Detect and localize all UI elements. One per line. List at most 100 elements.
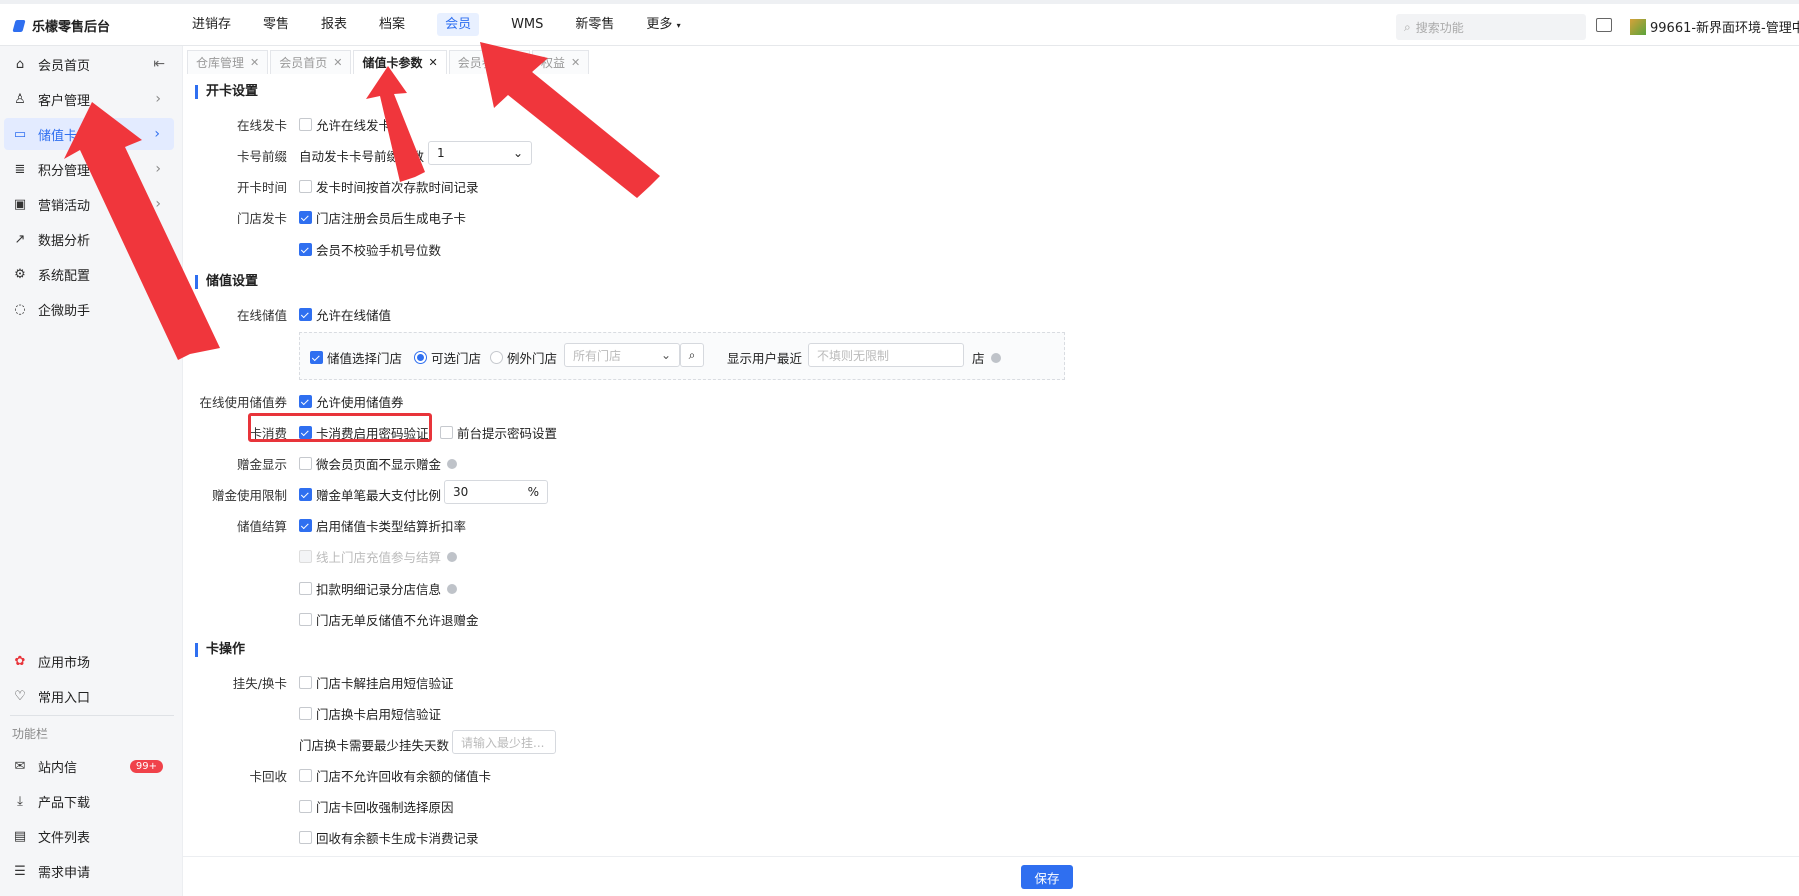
top-bar: 乐檬零售后台 进销存 零售 报表 档案 会员 WMS 新零售 更多 ▾ ⌕ 搜索… (0, 0, 1799, 46)
tab-member-params[interactable]: 会员参数 ✕ (448, 50, 530, 74)
annotation-highlight-box (248, 413, 432, 442)
open-time-checkbox[interactable]: 发卡时间按首次存款时间记录 (299, 177, 479, 196)
recycle-consume-record-checkbox[interactable]: 回收有余额卡生成卡消费记录 (299, 828, 479, 847)
recycle-reason-checkbox[interactable]: 门店卡回收强制选择原因 (299, 797, 454, 816)
collapse-sidebar-icon[interactable]: ⇤ (153, 56, 165, 72)
close-icon[interactable]: ✕ (571, 56, 580, 69)
sidebar-item-stored-card[interactable]: ▭ 储值卡 › (4, 118, 174, 150)
logo-icon (12, 18, 26, 34)
card-prefix-select[interactable]: 1 ⌄ (428, 141, 532, 165)
settle-discount-checkbox[interactable]: 启用储值卡类型结算折扣率 (299, 516, 466, 535)
sidebar-item-wecom[interactable]: ◌ 企微助手 › (0, 293, 175, 325)
sidebar-item-marketing[interactable]: ▣ 营销活动 › (0, 188, 175, 220)
app-logo[interactable]: 乐檬零售后台 (12, 16, 110, 35)
app-market-icon: ✿ (14, 653, 26, 669)
monitor-icon: ▣ (13, 196, 27, 212)
close-icon[interactable]: ✕ (250, 56, 259, 69)
chevron-right-icon: › (155, 161, 161, 177)
app-title: 乐檬零售后台 (32, 20, 111, 35)
sidebar-item-favorites[interactable]: ♡ 常用入口 (0, 680, 175, 712)
help-icon[interactable] (447, 458, 458, 469)
store-select[interactable]: 所有门店 ⌄ (564, 343, 680, 367)
replace-sms-checkbox[interactable]: 门店换卡启用短信验证 (299, 704, 441, 723)
sidebar-item-analytics[interactable]: ↗ 数据分析 › (0, 223, 175, 255)
online-store-settle-checkbox[interactable]: 线上门店充值参与结算 (299, 547, 458, 566)
gift-display-checkbox[interactable]: 微会员页面不显示赠金 (299, 454, 458, 473)
sidebar-item-requests[interactable]: ☰ 需求申请 (0, 855, 175, 887)
recycle-balance-checkbox[interactable]: 门店不允许回收有余额的储值卡 (299, 766, 491, 785)
radio-excluded-stores[interactable]: 例外门店 (490, 348, 557, 367)
sidebar-item-app-market[interactable]: ✿ 应用市场 (0, 645, 175, 677)
online-coupon-checkbox[interactable]: 允许使用储值券 (299, 392, 404, 411)
top-nav: 进销存 零售 报表 档案 会员 WMS 新零售 更多 ▾ (176, 4, 697, 46)
search-input[interactable]: ⌕ 搜索功能 (1396, 14, 1586, 40)
unlock-sms-checkbox[interactable]: 门店卡解挂启用短信验证 (299, 673, 454, 692)
help-icon[interactable] (990, 352, 1001, 363)
tab-benefits[interactable]: 权益 ✕ (531, 50, 590, 74)
no-phone-check-checkbox[interactable]: 会员不校验手机号位数 (299, 240, 441, 259)
deduct-branch-info-checkbox[interactable]: 扣款明细记录分店信息 (299, 579, 458, 598)
sidebar-item-member-home[interactable]: ⌂ 会员首页 ⇤ (0, 48, 175, 80)
sidebar-item-points[interactable]: ≣ 积分管理 › (0, 153, 175, 185)
chevron-right-icon: › (155, 196, 161, 212)
close-icon[interactable]: ✕ (428, 56, 437, 69)
form-footer: 保存 (183, 856, 1799, 896)
sidebar: ⌂ 会员首页 ⇤ ♙ 客户管理 › ▭ 储值卡 › ≣ 积分管理 › ▣ 营销活… (0, 46, 183, 896)
gift-limit-checkbox[interactable]: 赠金单笔最大支付比例 (299, 485, 441, 504)
store-suffix: 店 (972, 348, 1001, 367)
gift-ratio-input[interactable]: 30% (444, 480, 548, 504)
search-placeholder: 搜索功能 (1415, 20, 1464, 35)
topnav-item[interactable]: 档案 (363, 4, 421, 46)
topnav-item[interactable]: 报表 (305, 4, 363, 46)
tab-warehouse[interactable]: 仓库管理 ✕ (187, 50, 269, 74)
tab-member-home[interactable]: 会员首页 ✕ (270, 50, 352, 74)
field-label: 赠金使用限制 (211, 488, 287, 503)
chat-icon: ◌ (14, 301, 26, 317)
no-refund-gift-checkbox[interactable]: 门店无单反储值不允许退赠金 (299, 610, 479, 629)
close-icon[interactable]: ✕ (333, 56, 342, 69)
tab-stored-card-params[interactable]: 储值卡参数 ✕ (353, 50, 447, 74)
section-title-stored-value: 储值设置 (195, 275, 258, 289)
recharge-store-checkbox[interactable]: 储值选择门店 (310, 348, 402, 367)
field-label: 门店发卡 (236, 211, 287, 226)
sidebar-item-files[interactable]: ▤ 文件列表 (0, 820, 175, 852)
topnav-item-more[interactable]: 更多 ▾ (630, 4, 696, 46)
search-icon: ⌕ (688, 347, 696, 362)
sidebar-item-downloads[interactable]: ⤓ 产品下载 (0, 785, 175, 817)
recent-store-limit-input[interactable]: 不填则无限制 (808, 343, 964, 367)
user-icon: ♙ (14, 91, 26, 107)
close-icon[interactable]: ✕ (512, 56, 521, 69)
search-icon: ⌕ (1404, 19, 1411, 34)
help-icon[interactable] (447, 551, 458, 562)
field-label: 卡号前缀 (236, 149, 287, 164)
printer-icon[interactable] (1596, 18, 1612, 32)
field-label: 赠金显示 (236, 457, 287, 472)
online-issue-checkbox[interactable]: 允许在线发卡 (299, 115, 391, 134)
radio-optional-stores[interactable]: 可选门店 (414, 348, 481, 367)
save-button[interactable]: 保存 (1021, 865, 1073, 889)
topnav-item[interactable]: 新零售 (559, 4, 630, 46)
topnav-item[interactable]: 零售 (247, 4, 305, 46)
request-icon: ☰ (14, 863, 26, 879)
mail-icon: ✉ (14, 758, 26, 774)
card-prefix-text: 自动发卡卡号前缀位数 (299, 149, 425, 164)
field-label: 在线储值 (236, 308, 287, 323)
topnav-item[interactable]: 进销存 (176, 4, 247, 46)
min-loss-days-input[interactable]: 请输入最少挂... (452, 730, 556, 754)
store-search-button[interactable]: ⌕ (680, 343, 704, 367)
download-icon: ⤓ (17, 793, 23, 809)
sidebar-item-settings[interactable]: ⚙ 系统配置 (0, 258, 175, 290)
settings-icon: ⚙ (14, 266, 26, 282)
online-recharge-checkbox[interactable]: 允许在线储值 (299, 305, 391, 324)
store-switcher[interactable]: 99661-新界面环境-管理中心 (1630, 17, 1799, 36)
sidebar-item-messages[interactable]: ✉ 站内信 99+ (0, 750, 175, 782)
help-icon[interactable] (447, 583, 458, 594)
topnav-item[interactable]: WMS (495, 4, 559, 46)
home-icon: ⌂ (15, 56, 25, 72)
topnav-item-member[interactable]: 会员 (421, 4, 495, 46)
front-password-hint-checkbox[interactable]: 前台提示密码设置 (440, 423, 557, 442)
store-issue-checkbox[interactable]: 门店注册会员后生成电子卡 (299, 208, 466, 227)
store-icon (1630, 18, 1646, 35)
sidebar-item-customer[interactable]: ♙ 客户管理 › (0, 83, 175, 115)
field-label: 储值结算 (236, 519, 287, 534)
